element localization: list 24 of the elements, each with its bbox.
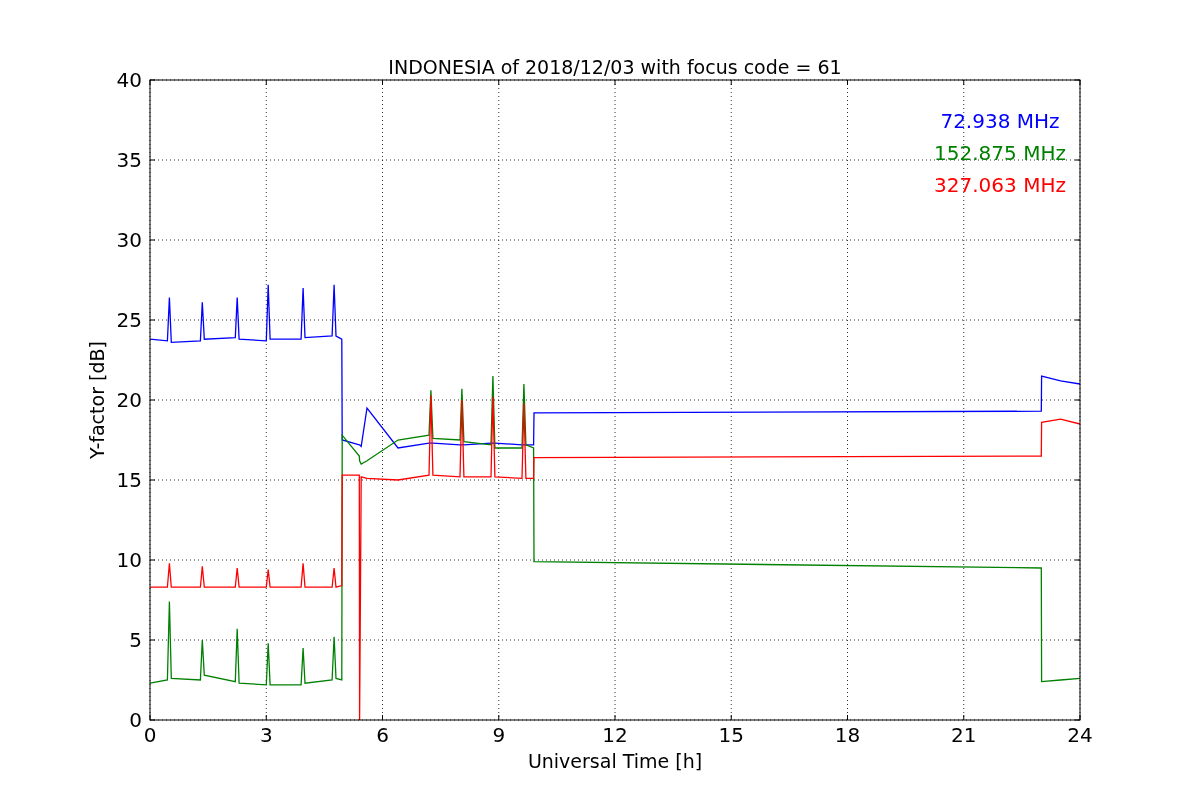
tick-label: 5 [129,628,142,652]
chart-title: INDONESIA of 2018/12/03 with focus code = 61 [388,56,842,78]
tick-label: 21 [951,723,977,747]
tick-label: 0 [129,708,142,732]
legend-label: 327.063 MHz [934,173,1066,197]
tick-label: 35 [116,148,142,172]
tick-label: 15 [718,723,744,747]
x-axis-label: Universal Time [h] [527,750,703,772]
tick-label: 9 [492,723,506,747]
tick-label: 10 [116,548,142,572]
tick-label: 0 [143,723,157,747]
tick-label: 12 [602,723,628,747]
tick-label: 6 [376,723,389,747]
tick-label: 3 [259,723,273,747]
y-axis-label: Y-factor [dB] [86,341,108,459]
tick-label: 18 [834,723,861,747]
tick-label: 20 [116,388,142,412]
tick-label: 30 [116,228,142,252]
tick-label: 24 [1067,723,1093,747]
legend-label: 72.938 MHz [940,109,1060,133]
tick-label: 40 [116,68,142,92]
tick-label: 25 [116,308,142,332]
tick-label: 15 [116,468,142,492]
legend-label: 152.875 MHz [934,141,1066,165]
